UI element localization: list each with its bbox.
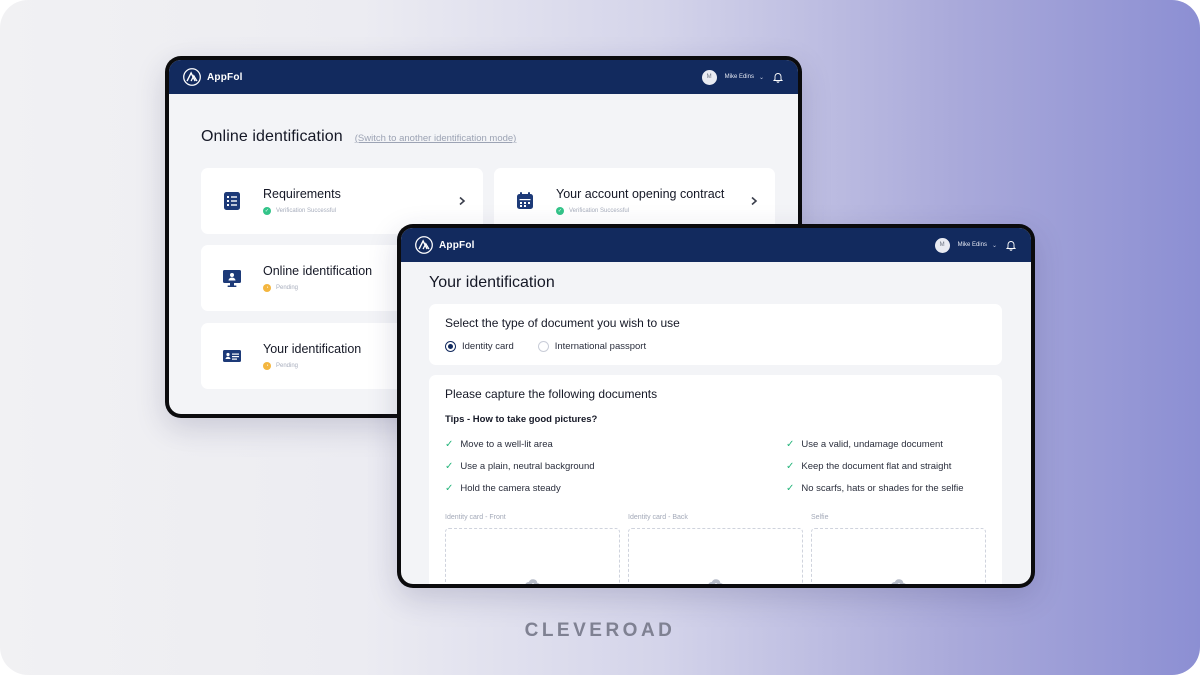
capture-documents-card: Please capture the following documents T…	[429, 375, 1002, 584]
app-name: AppFol	[207, 71, 243, 83]
check-icon: ✓	[786, 461, 795, 472]
radio-label: Identity card	[462, 341, 514, 352]
tip-text: Keep the document flat and straight	[801, 461, 952, 472]
tip-item: ✓ No scarfs, hats or shades for the selfi…	[786, 483, 986, 494]
front-screen: AppFol M Mike Edins ⌄ Your identificatio…	[401, 228, 1031, 584]
app-name: AppFol	[439, 239, 475, 251]
tile-title: Your account opening contract	[556, 187, 725, 201]
app-logo[interactable]: AppFol	[183, 68, 243, 86]
check-icon: ✓	[445, 461, 454, 472]
top-navbar: AppFol M Mike Edins ⌄	[169, 60, 798, 94]
tip-text: Use a plain, neutral background	[460, 461, 595, 472]
user-name[interactable]: Mike Edins	[958, 242, 987, 248]
status-text: Verification Successful	[569, 208, 630, 214]
upload-label: Selfie	[811, 514, 829, 521]
upload-row: Identity card - Front Identity card - Ba…	[445, 514, 986, 584]
upload-front: Identity card - Front	[445, 514, 620, 584]
upload-dropzone-selfie[interactable]	[811, 528, 986, 584]
tile-title: Requirements	[263, 187, 341, 201]
cloud-upload-icon	[524, 579, 540, 584]
tip-text: Use a valid, undamage document	[801, 439, 943, 450]
success-check-icon: ✓	[263, 207, 271, 215]
id-card-icon	[219, 343, 245, 369]
page-title: Online identification	[201, 128, 343, 145]
top-navbar: AppFol M Mike Edins ⌄	[401, 228, 1031, 262]
upload-label: Identity card - Back	[628, 514, 688, 521]
upload-selfie: Selfie	[811, 514, 986, 584]
logo-icon	[183, 68, 201, 86]
upload-dropzone-back[interactable]	[628, 528, 803, 584]
upload-back: Identity card - Back	[628, 514, 803, 584]
avatar[interactable]: M	[701, 69, 717, 85]
user-name[interactable]: Mike Edins	[725, 74, 754, 80]
avatar[interactable]: M	[934, 237, 950, 253]
card-title: Please capture the following documents	[445, 387, 658, 401]
tile-title: Your identification	[263, 342, 362, 356]
status-badge: ✓ Verification Successful	[263, 207, 341, 215]
page-title: Your identification	[429, 274, 555, 291]
bell-icon[interactable]	[772, 71, 784, 83]
cloud-upload-icon	[707, 579, 723, 584]
check-icon: ✓	[786, 483, 795, 494]
tip-item: ✓ Hold the camera steady	[445, 483, 786, 494]
tip-item: ✓ Move to a well-lit area	[445, 439, 786, 450]
pending-clock-icon: ◔	[263, 284, 271, 292]
background-stage: AppFol M Mike Edins ⌄ Online identificat…	[0, 0, 1200, 675]
radio-selected-icon[interactable]	[445, 341, 456, 352]
pending-clock-icon: ◔	[263, 362, 271, 370]
tips-list: ✓ Move to a well-lit area ✓ Use a valid, u…	[445, 439, 986, 494]
tips-title: Tips - How to take good pictures?	[445, 414, 598, 425]
upload-label: Identity card - Front	[445, 514, 506, 521]
chevron-down-icon[interactable]: ⌄	[992, 242, 997, 249]
radio-international-passport[interactable]: International passport	[537, 341, 647, 352]
status-badge: ◔ Pending	[263, 362, 361, 370]
monitor-user-icon	[219, 265, 245, 291]
tip-item: ✓ Keep the document flat and straight	[786, 461, 986, 472]
switch-mode-link[interactable]: (Switch to another identification mode)	[355, 133, 517, 144]
status-text: Verification Successful	[276, 208, 337, 214]
status-badge: ◔ Pending	[263, 284, 372, 292]
check-icon: ✓	[445, 483, 454, 494]
radio-label: International passport	[554, 341, 647, 352]
logo-icon	[415, 236, 433, 254]
chevron-right-icon[interactable]	[749, 196, 759, 206]
card-title: Select the type of document you wish to …	[445, 316, 680, 330]
document-type-radio-group: Identity card International passport	[445, 341, 986, 352]
calendar-icon	[512, 188, 538, 214]
brand-wordmark: CLEVEROAD	[524, 620, 676, 641]
status-text: Pending	[276, 363, 299, 369]
bell-icon[interactable]	[1005, 239, 1017, 251]
app-logo[interactable]: AppFol	[415, 236, 475, 254]
status-text: Pending	[276, 285, 299, 291]
chevron-down-icon[interactable]: ⌄	[759, 74, 764, 81]
radio-identity-card[interactable]: Identity card	[445, 341, 514, 352]
tile-title: Online identification	[263, 264, 373, 278]
tablet-front: AppFol M Mike Edins ⌄ Your identificatio…	[397, 224, 1035, 588]
check-icon: ✓	[786, 439, 795, 450]
tip-text: Hold the camera steady	[460, 483, 561, 494]
success-check-icon: ✓	[556, 207, 564, 215]
tip-text: No scarfs, hats or shades for the selfie	[801, 483, 964, 494]
tip-item: ✓ Use a valid, undamage document	[786, 439, 986, 450]
chevron-right-icon[interactable]	[457, 196, 467, 206]
document-type-card: Select the type of document you wish to …	[429, 304, 1002, 365]
radio-unselected-icon[interactable]	[537, 341, 549, 352]
cloud-upload-icon	[890, 579, 906, 584]
tip-item: ✓ Use a plain, neutral background	[445, 461, 786, 472]
checklist-icon	[219, 188, 245, 214]
status-badge: ✓ Verification Successful	[556, 207, 724, 215]
upload-dropzone-front[interactable]	[445, 528, 620, 584]
tip-text: Move to a well-lit area	[460, 439, 553, 450]
check-icon: ✓	[445, 439, 454, 450]
